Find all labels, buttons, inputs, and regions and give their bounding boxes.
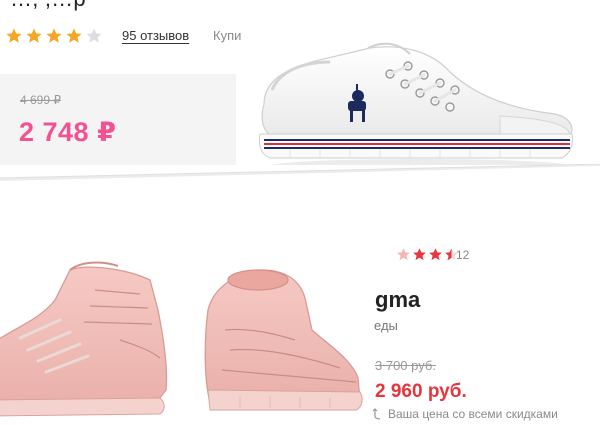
left-pink-sneaker xyxy=(0,261,168,417)
rating-count: 12 xyxy=(456,248,470,262)
discount-note: Ваша цена со всеми скидками xyxy=(372,407,558,421)
star-icon xyxy=(66,28,82,43)
rating-stars-right xyxy=(396,247,460,262)
arrow-curve-icon xyxy=(372,408,381,420)
star-icon xyxy=(413,248,426,261)
current-price: 2 748 ₽ xyxy=(19,117,117,147)
star-icon xyxy=(46,28,62,43)
product-subtitle: еды xyxy=(374,318,398,333)
right-pink-sneaker xyxy=(204,269,363,411)
brand-name[interactable]: gma xyxy=(375,287,420,313)
star-icon xyxy=(429,248,442,261)
discount-note-text: Ваша цена со всеми скидками xyxy=(388,407,558,421)
old-price: 3 700 руб. xyxy=(375,358,436,373)
current-price: 2 960 руб. xyxy=(375,381,467,402)
star-half-cut-icon xyxy=(397,248,410,261)
star-icon xyxy=(6,28,22,43)
pink-sneakers-image[interactable] xyxy=(0,250,370,425)
reviews-link[interactable]: 95 отзывов xyxy=(122,28,189,43)
star-empty-icon xyxy=(86,28,102,43)
product-title[interactable]: …, ,…р xyxy=(10,0,86,12)
old-price: 4 699 ₽ xyxy=(20,93,61,107)
white-sneaker-image[interactable] xyxy=(250,40,580,175)
buy-hint[interactable]: Купи xyxy=(213,28,241,43)
rating-stars xyxy=(5,26,105,46)
star-icon xyxy=(26,28,42,43)
